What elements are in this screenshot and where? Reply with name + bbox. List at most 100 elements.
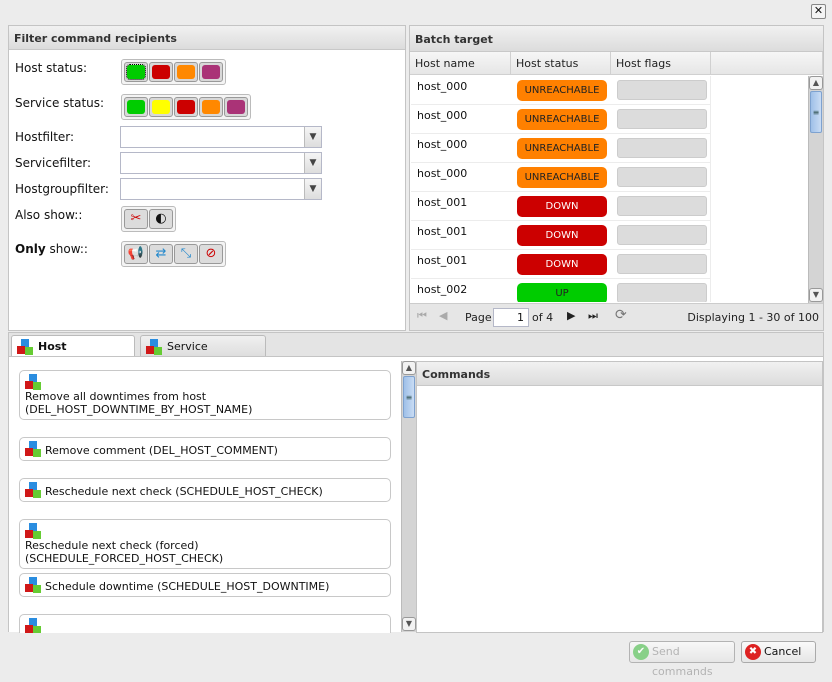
commands-panel: Commands	[416, 361, 823, 633]
column-host-flags[interactable]: Host flags	[611, 52, 711, 75]
host-name: host_000	[417, 167, 468, 180]
service-status-buttons	[121, 94, 251, 120]
cube-icon	[25, 577, 41, 593]
status-toggle-4[interactable]	[224, 97, 248, 117]
next-page-icon[interactable]: ▶	[567, 309, 575, 322]
column-host-name[interactable]: Host name	[410, 52, 511, 75]
cancel-button[interactable]: ✖ Cancel	[741, 641, 816, 663]
host-status-label: Host status:	[15, 61, 88, 75]
page-input[interactable]: 1	[493, 308, 529, 327]
host-flags	[617, 283, 707, 302]
also-show-label: Also show::	[15, 208, 83, 222]
command-item[interactable]: Schedule downtime (SCHEDULE_HOST_DOWNTIM…	[19, 573, 391, 597]
host-name: host_000	[417, 138, 468, 151]
batch-target-title: Batch target	[410, 26, 823, 52]
status-toggle-3[interactable]	[199, 62, 223, 82]
prev-page-icon[interactable]: ◀	[439, 309, 447, 322]
command-label: Reschedule next check (SCHEDULE_HOST_CHE…	[45, 485, 323, 498]
tab-host-commands[interactable]: Host commands	[11, 335, 135, 374]
servicefilter-combo[interactable]: ▼	[120, 152, 322, 174]
command-item[interactable]: Reschedule next check (forced) (SCHEDULE…	[19, 519, 391, 569]
chevron-down-icon[interactable]: ▼	[304, 127, 321, 147]
status-toggle-2[interactable]	[174, 97, 198, 117]
table-row[interactable]: host_001 DOWN	[411, 221, 711, 250]
hostgroupfilter-combo[interactable]: ▼	[120, 178, 322, 200]
host-name: host_000	[417, 80, 468, 93]
host-flags	[617, 138, 707, 158]
also-show-buttons: ✂ ◐	[121, 206, 176, 232]
host-name: host_001	[417, 225, 468, 238]
command-item[interactable]	[19, 614, 391, 633]
status-toggle-0[interactable]	[124, 97, 148, 117]
check-icon: ✔	[633, 644, 649, 660]
commands-panel-title: Commands	[417, 362, 822, 386]
command-item[interactable]: Remove comment (DEL_HOST_COMMENT)	[19, 437, 391, 461]
status-color-swatch	[177, 100, 195, 114]
host-flags	[617, 225, 707, 245]
command-item[interactable]: Remove all downtimes from host (DEL_HOST…	[19, 370, 391, 420]
scroll-up-icon[interactable]: ▲	[809, 76, 823, 90]
commands-tabpanel: Host commands Service commands Remove al…	[8, 332, 824, 633]
host-status-badge: UP	[517, 283, 607, 302]
cube-icon	[25, 523, 41, 539]
chevron-down-icon[interactable]: ▼	[304, 179, 321, 199]
table-row[interactable]: host_000 UNREACHABLE	[411, 105, 711, 134]
refresh-icon[interactable]: ⟳	[615, 307, 627, 323]
hostfilter-combo[interactable]: ▼	[120, 126, 322, 148]
scroll-up-icon[interactable]: ▲	[402, 361, 416, 375]
scroll-down-icon[interactable]: ▼	[402, 617, 416, 631]
table-row[interactable]: host_001 DOWN	[411, 192, 711, 221]
shuffle-icon[interactable]: ⇄	[149, 244, 173, 264]
collapse-icon[interactable]: ⤡	[174, 244, 198, 264]
half-circle-icon[interactable]: ◐	[149, 209, 173, 229]
forbidden-icon[interactable]: ⊘	[199, 244, 223, 264]
only-show-label: Only show::	[15, 242, 88, 256]
close-button[interactable]: ✕	[811, 4, 826, 19]
status-toggle-2[interactable]	[174, 62, 198, 82]
cube-icon	[17, 339, 33, 355]
column-filler	[711, 52, 823, 75]
tab-body: Remove all downtimes from host (DEL_HOST…	[9, 356, 823, 633]
host-status-badge: UNREACHABLE	[517, 109, 607, 130]
first-page-icon[interactable]: ⏮	[417, 309, 427, 323]
status-color-swatch	[202, 65, 220, 79]
command-item[interactable]: Reschedule next check (SCHEDULE_HOST_CHE…	[19, 478, 391, 502]
only-show-buttons: 📢 ⇄ ⤡ ⊘	[121, 241, 226, 267]
table-row[interactable]: host_000 UNREACHABLE	[411, 134, 711, 163]
status-color-swatch	[126, 64, 146, 80]
send-commands-button[interactable]: ✔ Send commands	[629, 641, 735, 678]
host-status-badge: DOWN	[517, 225, 607, 246]
table-row[interactable]: host_000 UNREACHABLE	[411, 76, 711, 105]
status-toggle-1[interactable]	[149, 97, 173, 117]
column-host-status[interactable]: Host status	[511, 52, 611, 75]
last-page-icon[interactable]: ⏭	[588, 309, 598, 323]
page-label: Page	[465, 311, 492, 324]
cube-icon	[25, 374, 41, 390]
table-row[interactable]: host_002 UP	[411, 279, 711, 302]
scroll-down-icon[interactable]: ▼	[809, 288, 823, 302]
command-label: Schedule downtime (SCHEDULE_HOST_DOWNTIM…	[45, 580, 330, 593]
host-status-badge: UNREACHABLE	[517, 167, 607, 188]
batch-grid-body: host_000 UNREACHABLE host_000 UNREACHABLE ho…	[410, 76, 808, 302]
scroll-thumb[interactable]: ≡	[403, 376, 415, 418]
batch-scrollbar[interactable]: ▲ ≡ ▼	[808, 76, 823, 303]
command-label: Remove all downtimes from host (DEL_HOST…	[25, 390, 253, 416]
command-list-scrollbar[interactable]: ▲ ≡ ▼	[401, 361, 416, 632]
table-row[interactable]: host_001 DOWN	[411, 250, 711, 279]
downtime-tools-icon[interactable]: ✂	[124, 209, 148, 229]
host-status-badge: DOWN	[517, 254, 607, 275]
table-row[interactable]: host_000 UNREACHABLE	[411, 163, 711, 192]
host-flags	[617, 196, 707, 216]
scroll-thumb[interactable]: ≡	[810, 91, 822, 133]
status-toggle-1[interactable]	[149, 62, 173, 82]
chevron-down-icon[interactable]: ▼	[304, 153, 321, 173]
filter-panel: Filter command recipients Host status: S…	[8, 25, 406, 331]
cube-icon	[25, 441, 41, 457]
megaphone-icon[interactable]: 📢	[124, 244, 148, 264]
status-toggle-0[interactable]	[124, 62, 148, 82]
tab-service-commands[interactable]: Service commands	[140, 335, 266, 374]
host-name: host_002	[417, 283, 468, 296]
status-color-swatch	[202, 100, 220, 114]
cube-icon	[25, 618, 41, 633]
status-toggle-3[interactable]	[199, 97, 223, 117]
